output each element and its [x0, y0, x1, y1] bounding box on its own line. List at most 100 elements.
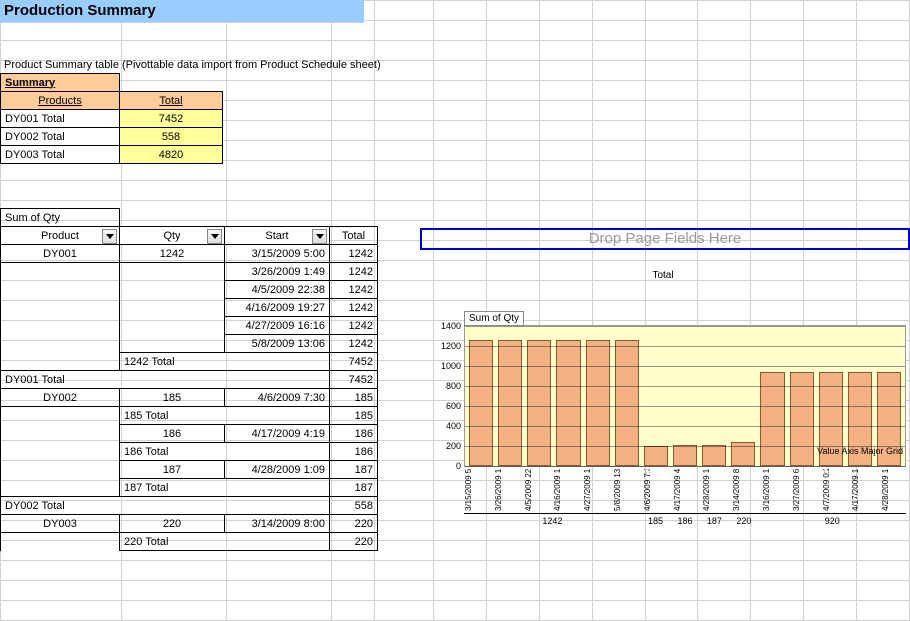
pivot-qty: 220: [120, 515, 225, 533]
pivot-qty-total-label: 187 Total: [120, 479, 330, 497]
summary-row[interactable]: DY002 Total 558: [1, 128, 223, 146]
pivot-total-value: 7452: [330, 371, 378, 389]
pivot-col-product-label: Product: [41, 230, 79, 242]
pivot-product: [1, 461, 120, 479]
summary-heading: Summary: [1, 74, 120, 92]
pivot-total: 187: [330, 461, 378, 479]
pivot-row[interactable]: DY001 Total7452: [1, 371, 378, 389]
pivot-col-product[interactable]: Product: [1, 227, 120, 245]
pivot-qty: [120, 335, 225, 353]
pivot-col-start-label: Start: [265, 230, 288, 242]
pivot-product: [1, 317, 120, 335]
pivot-total-value: 7452: [330, 353, 378, 371]
pivot-col-total: Total: [330, 227, 378, 245]
pivot-product: [1, 263, 120, 281]
summary-product-label: DY002 Total: [1, 128, 120, 146]
value-axis-label: Value Axis Major Grid: [817, 446, 903, 456]
pivot-product-total-label: DY002 Total: [1, 497, 330, 515]
page-title: Production Summary: [0, 0, 364, 23]
pivot-row[interactable]: DY0032203/14/2009 8:00220: [1, 515, 378, 533]
pivot-row[interactable]: DY0021854/6/2009 7:30185: [1, 389, 378, 407]
pivot-start: 4/16/2009 19:27: [225, 299, 330, 317]
pivot-row[interactable]: DY00112423/15/2009 5:001242: [1, 245, 378, 263]
chevron-down-icon[interactable]: [207, 229, 222, 244]
pivot-qty: 187: [120, 461, 225, 479]
pivot-row[interactable]: DY002 Total558: [1, 497, 378, 515]
pivot-product: [1, 425, 120, 443]
summary-product-value: 7452: [120, 110, 223, 128]
pivot-qty: [120, 317, 225, 335]
pivot-start: 4/6/2009 7:30: [225, 389, 330, 407]
pivot-row[interactable]: 1242 Total7452: [1, 353, 378, 371]
pivot-row[interactable]: 187 Total187: [1, 479, 378, 497]
pivot-table-section: Sum of Qty Product Qty Start Total: [0, 208, 910, 551]
pivot-product: DY003: [1, 515, 120, 533]
summary-product-label: DY001 Total: [1, 110, 120, 128]
pivot-qty: 185: [120, 389, 225, 407]
pivot-row[interactable]: 1874/28/2009 1:09187: [1, 461, 378, 479]
pivot-product: [1, 281, 120, 299]
pivot-row[interactable]: 1864/17/2009 4:19186: [1, 425, 378, 443]
pivot-qty: [120, 281, 225, 299]
pivot-total: 1242: [330, 245, 378, 263]
pivot-col-qty-label: Qty: [163, 230, 180, 242]
pivot-total: 1242: [330, 317, 378, 335]
summary-row[interactable]: DY003 Total 4820: [1, 146, 223, 164]
pivot-row[interactable]: 220 Total220: [1, 533, 378, 551]
pivot-qty: [120, 299, 225, 317]
pivot-total: 185: [330, 389, 378, 407]
pivot-start: 4/27/2009 16:16: [225, 317, 330, 335]
pivot-row[interactable]: 186 Total186: [1, 443, 378, 461]
pivot-qty-total-label: 186 Total: [120, 443, 330, 461]
pivot-product: DY001: [1, 245, 120, 263]
pivot-row[interactable]: 5/8/2009 13:061242: [1, 335, 378, 353]
pivot-start: 4/17/2009 4:19: [225, 425, 330, 443]
pivot-qty: 1242: [120, 245, 225, 263]
chevron-down-icon[interactable]: [312, 229, 327, 244]
pivot-qty: [120, 263, 225, 281]
summary-col-products: Products: [1, 92, 120, 110]
summary-product-value: 4820: [120, 146, 223, 164]
pivot-total: 186: [330, 425, 378, 443]
summary-col-total: Total: [120, 92, 223, 110]
pivot-total: 220: [330, 515, 378, 533]
pivot-product: DY002: [1, 389, 120, 407]
pivot-total: 1242: [330, 263, 378, 281]
pivot-total: 1242: [330, 281, 378, 299]
pivot-start: 5/8/2009 13:06: [225, 335, 330, 353]
pivot-qty-total-label: 1242 Total: [120, 353, 330, 371]
pivot-total-value: 558: [330, 497, 378, 515]
pivot-qty-total-label: 220 Total: [120, 533, 330, 551]
pivot-col-qty[interactable]: Qty: [120, 227, 225, 245]
pivot-col-start[interactable]: Start: [225, 227, 330, 245]
pivot-row[interactable]: 4/5/2009 22:381242: [1, 281, 378, 299]
pivot-row[interactable]: 4/27/2009 16:161242: [1, 317, 378, 335]
pivot-start: 4/5/2009 22:38: [225, 281, 330, 299]
pivot-start: 4/28/2009 1:09: [225, 461, 330, 479]
pivot-total-value: 185: [330, 407, 378, 425]
pivot-row[interactable]: 3/26/2009 1:491242: [1, 263, 378, 281]
pivot-total: 1242: [330, 335, 378, 353]
pivot-start: 3/14/2009 8:00: [225, 515, 330, 533]
pivot-sum-label: Sum of Qty: [1, 209, 120, 227]
pivot-start: 3/26/2009 1:49: [225, 263, 330, 281]
chevron-down-icon[interactable]: [102, 229, 117, 244]
summary-product-value: 558: [120, 128, 223, 146]
pivot-start: 3/15/2009 5:00: [225, 245, 330, 263]
pivot-qty-total-label: 185 Total: [120, 407, 330, 425]
pivot-qty: 186: [120, 425, 225, 443]
pivot-total-value: 187: [330, 479, 378, 497]
pivot-product: [1, 299, 120, 317]
page-subtitle: Product Summary table (Pivottable data i…: [0, 57, 910, 73]
pivot-product: [1, 335, 120, 353]
summary-row[interactable]: DY001 Total 7452: [1, 110, 223, 128]
pivot-total-value: 186: [330, 443, 378, 461]
summary-product-label: DY003 Total: [1, 146, 120, 164]
pivot-total: 1242: [330, 299, 378, 317]
pivot-total-value: 220: [330, 533, 378, 551]
chart-title: Sum of Qty: [464, 311, 524, 326]
pivot-row[interactable]: 185 Total185: [1, 407, 378, 425]
pivot-product-total-label: DY001 Total: [1, 371, 330, 389]
pivot-row[interactable]: 4/16/2009 19:271242: [1, 299, 378, 317]
summary-section: Summary Products Total DY001 Total 7452 …: [0, 73, 910, 164]
